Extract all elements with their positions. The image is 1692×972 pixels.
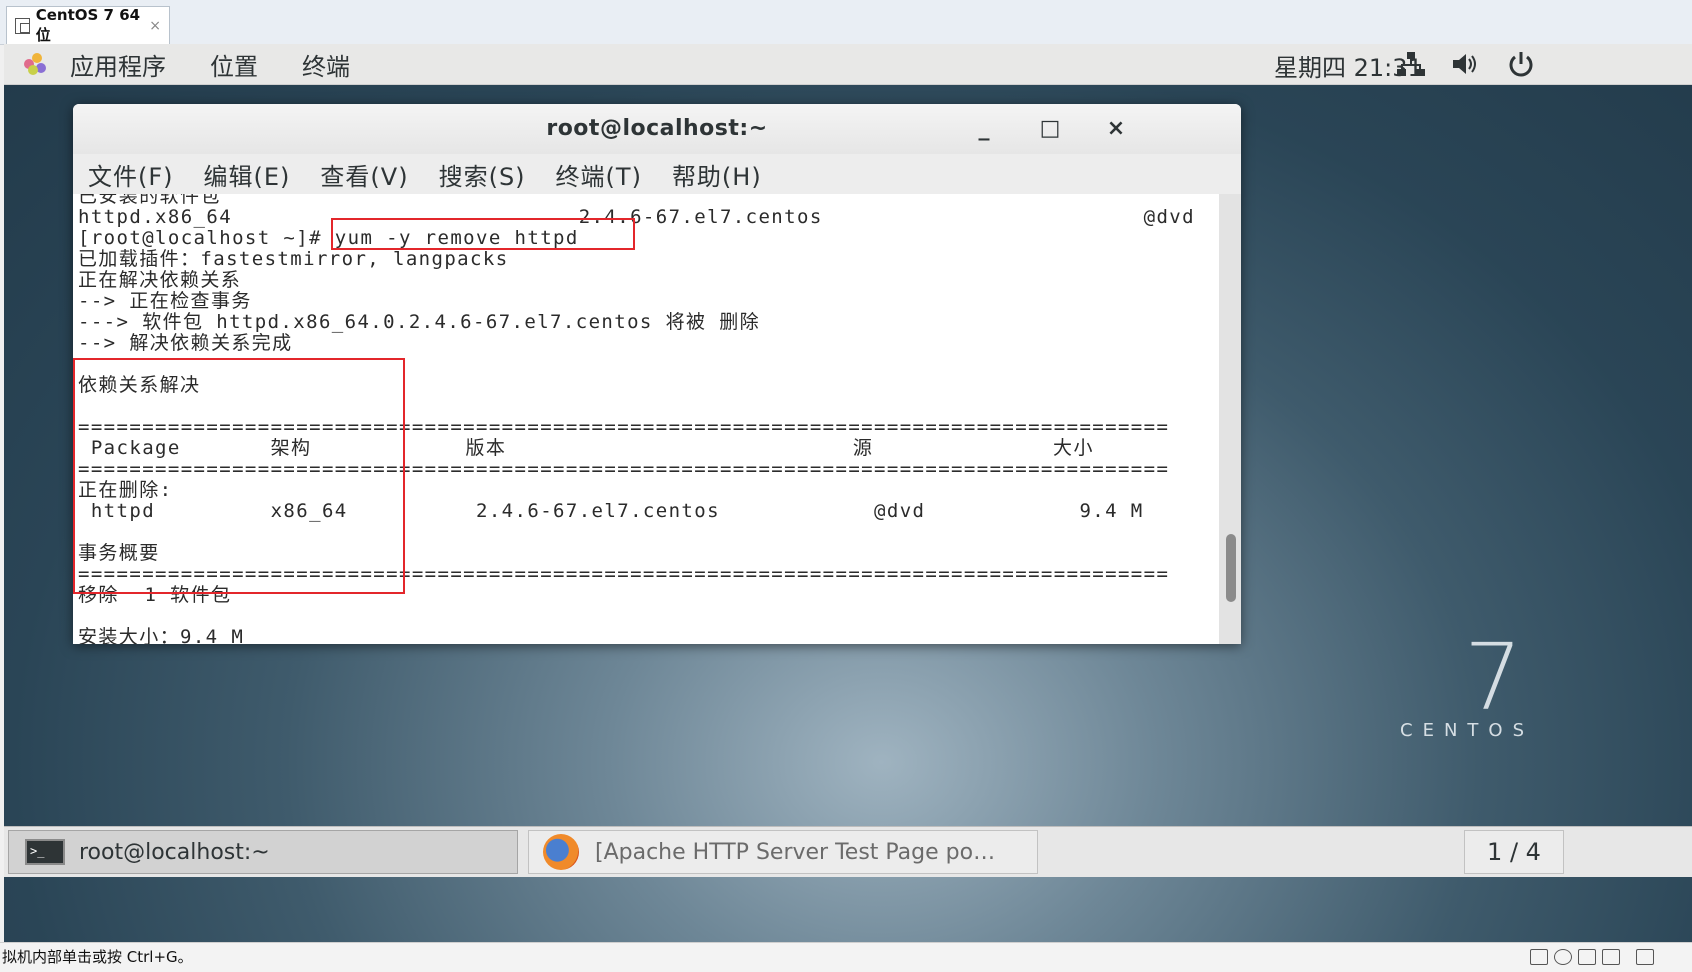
terminal-line: --> 解决依赖关系完成 bbox=[78, 332, 293, 354]
highlight-command-box bbox=[331, 218, 635, 250]
vm-status-hint: 拟机内部单击或按 Ctrl+G。 bbox=[2, 948, 193, 966]
terminal-titlebar[interactable]: root@localhost:~ _ □ × bbox=[73, 104, 1241, 155]
terminal-line: --> 正在检查事务 bbox=[78, 290, 252, 312]
minimize-button[interactable]: _ bbox=[969, 114, 999, 144]
close-icon[interactable]: × bbox=[149, 18, 161, 34]
window-title: root@localhost:~ bbox=[546, 116, 768, 141]
menu-terminal[interactable]: 终端 bbox=[302, 47, 350, 82]
task-terminal[interactable]: >_ root@localhost:~ bbox=[8, 830, 518, 874]
applications-icon[interactable] bbox=[22, 51, 48, 77]
menu-file[interactable]: 文件(F) bbox=[88, 157, 174, 192]
gnome-top-panel: 应用程序 位置 终端 星期四 21:31 bbox=[4, 44, 1692, 85]
vm-icon bbox=[15, 17, 30, 34]
menu-search[interactable]: 搜索(S) bbox=[439, 157, 526, 192]
terminal-line: ---> 软件包 httpd.x86_64.0.2.4.6-67.el7.cen… bbox=[78, 311, 761, 333]
volume-icon[interactable] bbox=[1450, 50, 1480, 78]
terminal-icon: >_ bbox=[25, 839, 65, 865]
network-adapter-icon[interactable] bbox=[1578, 949, 1596, 965]
cd-rom-icon[interactable] bbox=[1554, 949, 1572, 965]
menu-places[interactable]: 位置 bbox=[210, 47, 258, 82]
task-firefox-label: [Apache HTTP Server Test Page po… bbox=[595, 839, 996, 865]
task-terminal-label: root@localhost:~ bbox=[79, 839, 270, 865]
highlight-dependency-box bbox=[73, 358, 405, 594]
terminal-line: 已加载插件：fastestmirror, langpacks bbox=[78, 248, 509, 270]
power-icon[interactable] bbox=[1506, 50, 1536, 78]
scrollbar[interactable] bbox=[1219, 194, 1241, 644]
guest-desktop: 应用程序 位置 终端 星期四 21:31 root@localhost:~ _ … bbox=[4, 44, 1692, 942]
task-firefox[interactable]: [Apache HTTP Server Test Page po… bbox=[528, 830, 1038, 874]
workspace-indicator[interactable]: 1 / 4 bbox=[1464, 830, 1564, 874]
terminal-line: httpd.x86_64 2.4.6-67.el7.centos @dvd bbox=[78, 206, 1195, 228]
close-button[interactable]: × bbox=[1101, 114, 1131, 144]
network-icon[interactable] bbox=[1396, 50, 1426, 78]
terminal-line: 正在解决依赖关系 bbox=[78, 269, 242, 291]
vm-tab-title: CentOS 7 64 位 bbox=[35, 6, 141, 44]
bottom-taskbar: >_ root@localhost:~ [Apache HTTP Server … bbox=[4, 826, 1692, 877]
vm-tabbar: CentOS 7 64 位 × bbox=[0, 0, 1692, 45]
terminal-menubar: 文件(F) 编辑(E) 查看(V) 搜索(S) 终端(T) 帮助(H) bbox=[73, 154, 1241, 195]
hard-disk-icon[interactable] bbox=[1530, 949, 1548, 965]
menu-terminal[interactable]: 终端(T) bbox=[556, 157, 642, 192]
maximize-button[interactable]: □ bbox=[1035, 114, 1065, 144]
menu-view[interactable]: 查看(V) bbox=[320, 157, 408, 192]
firefox-icon bbox=[543, 834, 579, 870]
menu-help[interactable]: 帮助(H) bbox=[672, 157, 762, 192]
terminal-output[interactable]: 已安装的软件包 httpd.x86_64 2.4.6-67.el7.centos… bbox=[73, 194, 1219, 644]
menu-applications[interactable]: 应用程序 bbox=[70, 47, 166, 82]
terminal-line: 安装大小：9.4 M bbox=[78, 626, 245, 645]
vm-tab[interactable]: CentOS 7 64 位 × bbox=[6, 6, 170, 44]
sound-icon[interactable] bbox=[1602, 949, 1620, 965]
centos-logo-number: 7 bbox=[1464, 624, 1523, 731]
terminal-window: root@localhost:~ _ □ × 文件(F) 编辑(E) 查看(V)… bbox=[73, 104, 1241, 644]
centos-logo-word: CENTOS bbox=[1400, 720, 1534, 741]
vm-status-bar: 拟机内部单击或按 Ctrl+G。 bbox=[0, 942, 1692, 972]
message-icon[interactable] bbox=[1636, 949, 1654, 965]
scrollbar-thumb[interactable] bbox=[1226, 534, 1236, 602]
menu-edit[interactable]: 编辑(E) bbox=[204, 157, 291, 192]
